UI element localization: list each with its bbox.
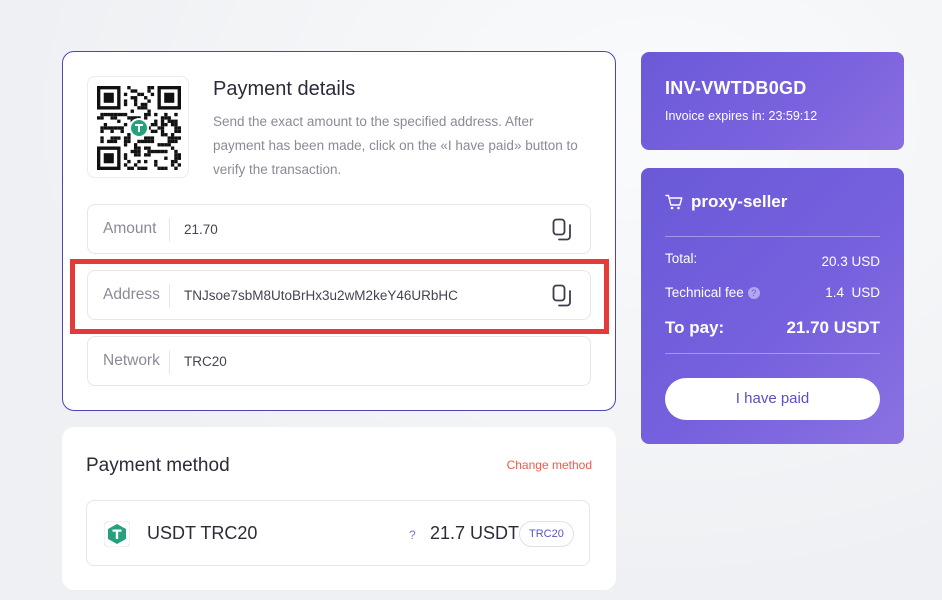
invoice-card: INV-VWTDB0GD Invoice expires in: 23:59:1… <box>641 52 904 150</box>
summary-divider <box>665 236 880 237</box>
technical-fee-text: Technical fee <box>665 285 744 300</box>
copy-amount-button[interactable] <box>552 218 572 242</box>
method-amount: 21.7 USDT <box>430 523 520 543</box>
field-divider <box>169 350 170 374</box>
amount-label: Amount <box>103 220 157 237</box>
technical-fee-value: 1.4 USD <box>825 285 880 300</box>
invoice-expiry: Invoice expires in: 23:59:12 <box>665 109 818 123</box>
invoice-id: INV-VWTDB0GD <box>665 78 807 98</box>
payment-method-title: Payment method <box>86 455 230 476</box>
amount-field: Amount 21.70 <box>87 204 591 254</box>
technical-fee-label: Technical fee? <box>665 285 760 300</box>
change-method-link[interactable]: Change method <box>507 458 592 472</box>
total-label: Total: <box>665 251 698 266</box>
qr-code <box>87 76 189 178</box>
order-summary-card: proxy-seller Total: 20.3 USD Technical f… <box>641 168 904 444</box>
to-pay-value: 21.70 USDT <box>786 318 880 337</box>
to-pay-label: To pay: <box>665 318 725 337</box>
i-have-paid-button[interactable]: I have paid <box>665 378 880 420</box>
network-label: Network <box>103 352 160 369</box>
address-highlight-box <box>70 259 609 334</box>
payment-method-card: Payment method Change method USDT TRC20 … <box>62 427 616 590</box>
shop-name: proxy-seller <box>691 192 788 211</box>
copy-icon <box>552 218 571 241</box>
method-help-icon[interactable]: ? <box>409 528 416 542</box>
tether-icon <box>104 521 130 547</box>
amount-value: 21.70 <box>184 222 218 237</box>
selected-method-row[interactable]: USDT TRC20 ? 21.7 USDT TRC20 <box>86 500 590 566</box>
cart-icon <box>665 194 683 210</box>
method-name: USDT TRC20 <box>147 523 258 543</box>
payment-details-card: Payment details Send the exact amount to… <box>62 51 616 411</box>
network-badge: TRC20 <box>519 521 574 547</box>
qr-code-icon <box>97 86 181 170</box>
total-value: 20.3 USD <box>821 254 880 269</box>
payment-details-description: Send the exact amount to the specified a… <box>213 114 578 177</box>
summary-divider <box>665 353 880 354</box>
network-field: Network TRC20 <box>87 336 591 386</box>
field-divider <box>169 218 170 242</box>
network-value: TRC20 <box>184 354 227 369</box>
help-icon[interactable]: ? <box>747 287 760 299</box>
payment-details-title: Payment details <box>213 78 356 100</box>
